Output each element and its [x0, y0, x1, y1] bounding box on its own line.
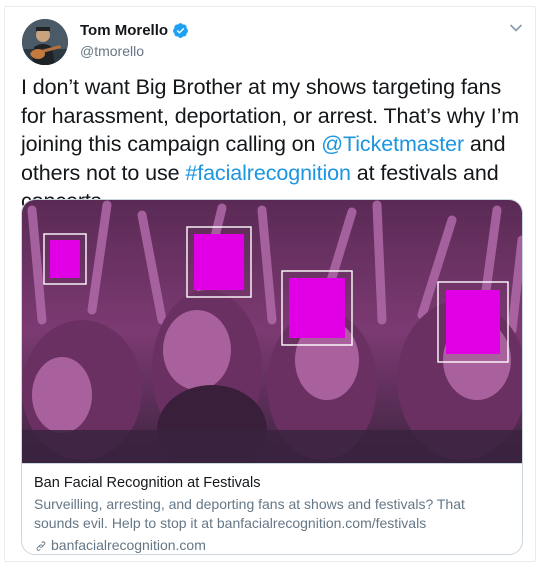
author-avatar[interactable] — [22, 19, 68, 65]
link-preview-card[interactable]: Ban Facial Recognition at Festivals Surv… — [21, 199, 523, 555]
card-domain-text[interactable]: banfacialrecognition.com — [51, 536, 206, 554]
card-title[interactable]: Ban Facial Recognition at Festivals — [34, 474, 512, 493]
author-handle[interactable]: @tmorello — [80, 43, 144, 59]
tweet-text: I don’t want Big Brother at my shows tar… — [21, 73, 531, 216]
card-description: Surveilling, arresting, and deporting fa… — [34, 496, 465, 531]
hashtag-link[interactable]: #facialrecognition — [185, 161, 351, 185]
face-detection-box — [281, 270, 353, 346]
card-domain[interactable]: banfacialrecognition.com — [34, 536, 512, 554]
crowd-face-detection-image[interactable] — [22, 200, 523, 463]
link-icon — [36, 540, 46, 551]
face-detection-box — [43, 233, 87, 285]
face-detection-box — [186, 226, 252, 298]
face-detection-box — [437, 281, 509, 363]
mention-link[interactable]: @Ticketmaster — [321, 132, 464, 156]
tweet-card[interactable]: Tom Morello @tmorello I don’t want Big B… — [4, 6, 536, 562]
author-name[interactable]: Tom Morello — [80, 22, 168, 39]
guitarist-avatar-icon — [22, 19, 68, 65]
chevron-down-icon[interactable] — [509, 23, 523, 33]
card-body[interactable]: Ban Facial Recognition at Festivals Surv… — [22, 463, 522, 554]
verified-badge-icon — [173, 23, 188, 38]
